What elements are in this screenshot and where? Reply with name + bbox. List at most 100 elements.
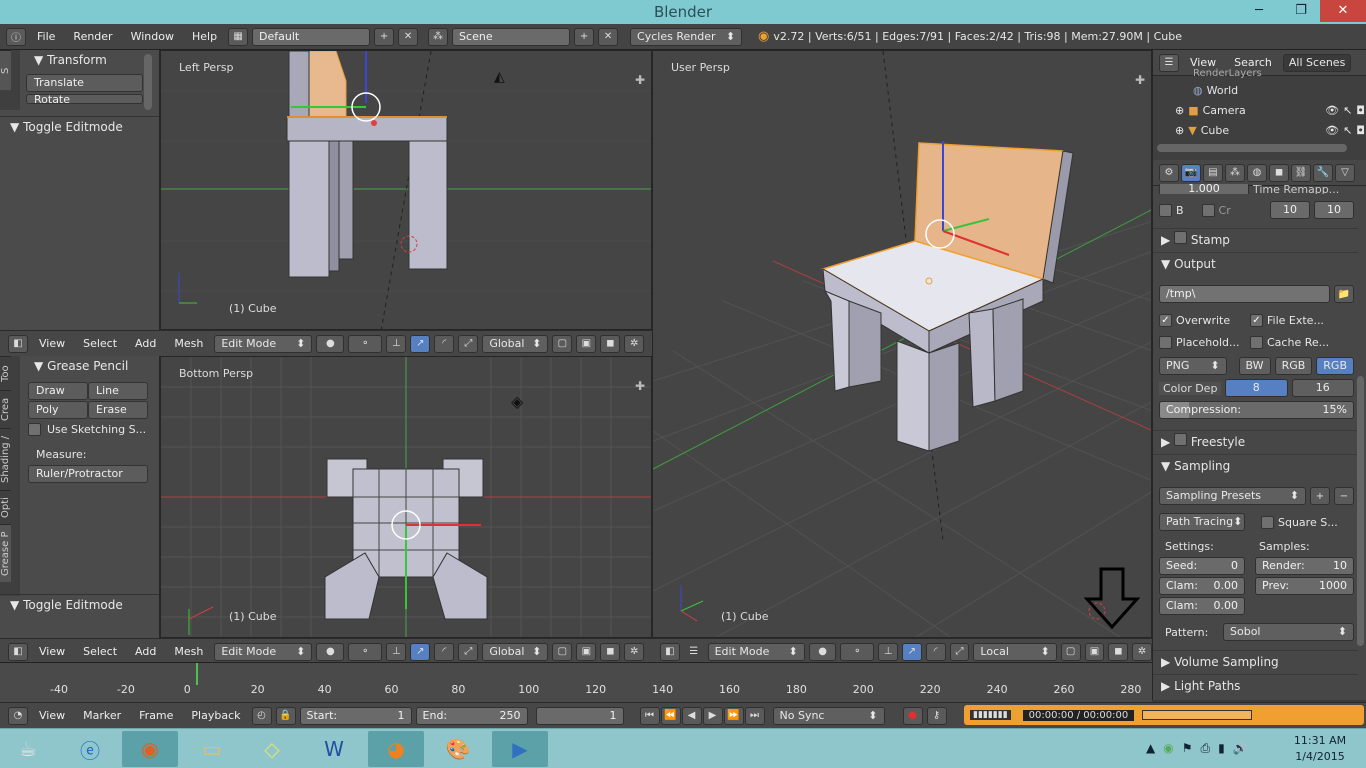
pivot-select[interactable]: ⚬ (840, 642, 875, 661)
clamp-indirect-field[interactable]: Clam: 0.00 (1159, 597, 1245, 615)
rotate-manip-icon[interactable]: ◜ (925, 642, 946, 661)
rgba-button[interactable]: RGB (1316, 357, 1354, 375)
tab-tools[interactable]: Too (0, 356, 11, 390)
render-camera-icon[interactable]: ◘ (1356, 104, 1365, 117)
file-format-select[interactable]: PNG ⬍ (1159, 357, 1227, 375)
outliner-editor-icon[interactable]: ☰ (1159, 53, 1179, 72)
viewport-split-plus-icon[interactable]: ✚ (635, 73, 645, 87)
stamp-checkbox[interactable] (1174, 231, 1188, 244)
shading-select[interactable]: ● (808, 642, 837, 661)
play-reverse-icon[interactable]: ◀ (681, 706, 702, 725)
occlude-icon[interactable]: ✲ (624, 334, 645, 353)
toggle-editmode-panel[interactable]: ▼ Toggle Editmode (0, 594, 159, 614)
media-player-icon[interactable]: ▶ (492, 731, 548, 767)
edge-select-icon[interactable]: ▣ (576, 334, 597, 353)
view3d-editor-icon[interactable]: ◧ (660, 642, 680, 661)
flag-icon[interactable]: ⚑ (1182, 741, 1193, 756)
remove-layout-button[interactable]: ✕ (398, 27, 419, 46)
visibility-eye-icon[interactable]: 👁 (1325, 124, 1339, 137)
seed-field[interactable]: Seed: 0 (1159, 557, 1245, 575)
constraints-tab-icon[interactable]: ⛓ (1291, 163, 1311, 182)
end-frame-field[interactable]: End: 250 (415, 706, 528, 725)
translate-manip-icon[interactable]: ↗ (410, 334, 431, 353)
start-mug-icon[interactable]: ☕ (0, 731, 56, 767)
edge-select-icon[interactable]: ▣ (1084, 642, 1105, 661)
ruler-protractor-button[interactable]: Ruler/Protractor (28, 465, 148, 483)
cache-result-checkbox[interactable] (1250, 335, 1263, 349)
tab-grease-pencil[interactable]: Grease P (0, 524, 11, 582)
line-button[interactable]: Line (88, 382, 148, 400)
menu-render[interactable]: Render (66, 30, 119, 43)
minimize-button[interactable]: ─ (1244, 0, 1274, 22)
add-scene-button[interactable]: + (574, 27, 595, 46)
timeline-editor-icon[interactable]: ◔ (8, 706, 28, 725)
aspect-field[interactable]: 1.000 (1159, 184, 1249, 194)
shading-select[interactable]: ● (316, 642, 345, 661)
screen-layout-icon[interactable]: ▦ (228, 27, 249, 46)
timeline-menu-playback[interactable]: Playback (184, 709, 247, 722)
output-panel-header[interactable]: ▼ Output (1153, 252, 1358, 274)
pivot-select[interactable]: ⚬ (348, 334, 383, 353)
rotate-button[interactable]: Rotate (26, 94, 143, 104)
sampling-presets-select[interactable]: Sampling Presets ⬍ (1159, 487, 1306, 505)
manipulator-toggle-icon[interactable]: ⊥ (386, 642, 407, 661)
viewport-split-plus-icon[interactable]: ✚ (635, 379, 645, 393)
manipulator-toggle-icon[interactable]: ⊥ (386, 334, 407, 353)
menu-view[interactable]: View (32, 337, 72, 350)
menu-mesh[interactable]: Mesh (167, 645, 210, 658)
folder-browse-icon[interactable]: 📁 (1334, 285, 1354, 303)
keying-set-icon[interactable]: ⚷ (926, 706, 947, 725)
border-checkbox[interactable] (1159, 203, 1172, 217)
translate-manip-icon[interactable]: ↗ (410, 642, 431, 661)
outliner-item-camera[interactable]: ⊕ ■ Camera 👁 ↖ ◘ (1175, 104, 1365, 117)
tray-app-icon[interactable]: ◉ (1163, 741, 1173, 756)
render-tab-icon[interactable]: 📷 (1181, 163, 1201, 182)
integrator-select[interactable]: Path Tracing ⬍ (1159, 513, 1245, 531)
menu-select[interactable]: Select (76, 645, 124, 658)
face-select-icon[interactable]: ◼ (1108, 642, 1129, 661)
shelf-scrollbar[interactable] (144, 54, 152, 110)
tab-shading[interactable]: Shading / (0, 428, 11, 490)
tray-expand-icon[interactable]: ▲ (1146, 741, 1155, 756)
menu-select[interactable]: Select (76, 337, 124, 350)
outliner-item-renderlayers[interactable]: RenderLayers (1193, 68, 1262, 78)
tab-create[interactable]: Crea (0, 390, 11, 428)
mode-select[interactable]: Edit Mode ⬍ (214, 334, 313, 353)
rgb-button[interactable]: RGB (1274, 357, 1313, 375)
face-select-icon[interactable]: ◼ (600, 334, 621, 353)
add-layout-button[interactable]: + (374, 27, 395, 46)
stamp-panel-header[interactable]: ▶ Stamp (1153, 228, 1358, 250)
prev-keyframe-icon[interactable]: ⏪ (660, 706, 681, 725)
viewport-split-plus-icon[interactable]: ✚ (1135, 73, 1145, 87)
freestyle-checkbox[interactable] (1174, 433, 1188, 446)
menu-add[interactable]: Add (128, 645, 163, 658)
printer-icon[interactable]: ⎙ (1200, 741, 1210, 756)
blender-taskbar-icon[interactable]: ◕ (368, 731, 424, 767)
file-explorer-icon[interactable]: ▭ (184, 731, 240, 767)
sampling-panel-header[interactable]: ▼ Sampling (1153, 454, 1358, 476)
manipulator-toggle-icon[interactable]: ⊥ (878, 642, 898, 661)
pivot-select[interactable]: ⚬ (348, 642, 383, 661)
remove-scene-button[interactable]: ✕ (598, 27, 619, 46)
visibility-eye-icon[interactable]: 👁 (1325, 104, 1339, 117)
mode-select[interactable]: Edit Mode ⬍ (707, 642, 805, 661)
recorder-controls-icon[interactable]: ▮▮▮▮▮▮▮ (970, 710, 1011, 720)
menu-add[interactable]: Add (128, 337, 163, 350)
menu-view[interactable]: View (32, 645, 72, 658)
modifiers-tab-icon[interactable]: 🔧 (1313, 163, 1333, 182)
output-path-field[interactable]: /tmp\ (1159, 285, 1330, 303)
jump-start-icon[interactable]: ⏮ (639, 706, 660, 725)
grease-pencil-panel-header[interactable]: ▼ Grease Pencil (22, 356, 154, 376)
screen-layout-field[interactable]: Default (252, 27, 371, 46)
orientation-select[interactable]: Local ⬍ (973, 642, 1057, 661)
scene-tab-icon[interactable]: ⁂ (1225, 163, 1245, 182)
scene-icon[interactable]: ⁂ (428, 27, 449, 46)
render-camera-icon[interactable]: ◘ (1356, 124, 1365, 137)
erase-button[interactable]: Erase (88, 401, 148, 419)
network-signal-icon[interactable]: ▮ (1218, 741, 1225, 756)
world-tab-icon[interactable]: ◍ (1247, 163, 1267, 182)
firefox-icon[interactable]: ◉ (122, 731, 178, 767)
placeholders-checkbox[interactable] (1159, 335, 1172, 349)
timeline[interactable]: -40 -20 0 20 40 60 80 100 120 140 160 180 200 220 240 2… (0, 662, 1152, 702)
viewport-bottom-persp[interactable]: ◈ Bottom Persp (1) Cube ✚ (160, 356, 652, 638)
